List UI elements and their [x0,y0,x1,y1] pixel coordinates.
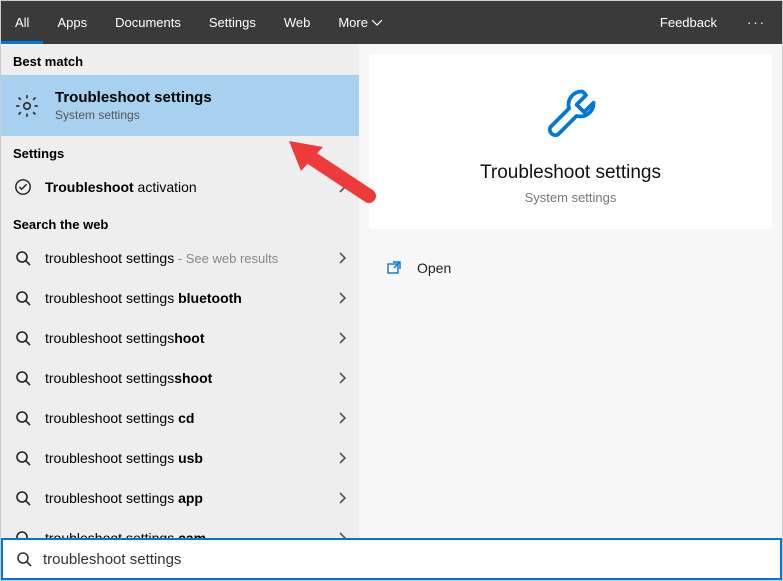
chevron-right-icon [339,252,347,264]
chevron-right-icon [339,292,347,304]
web-result-item[interactable]: troubleshoot settings cd [1,398,359,438]
search-bar[interactable] [1,538,782,580]
list-item-label: Troubleshoot activation [45,179,327,195]
search-icon [13,368,33,388]
action-label: Open [417,260,451,276]
preview-title: Troubleshoot settings [389,162,752,184]
tab-settings[interactable]: Settings [195,1,270,44]
wrench-icon [541,84,601,144]
settings-icon [13,92,41,120]
search-icon [13,408,33,428]
preview-panel: Troubleshoot settings System settings Op… [359,44,782,538]
list-item-label: troubleshoot settings cam [45,530,327,538]
chevron-right-icon [339,452,347,464]
search-icon [13,551,35,567]
tab-all[interactable]: All [1,1,43,44]
web-result-item[interactable]: troubleshoot settings - See web results [1,238,359,278]
web-result-item[interactable]: troubleshoot settingshoot [1,318,359,358]
chevron-right-icon [339,372,347,384]
search-input[interactable] [35,551,770,568]
preview-subtitle: System settings [389,190,752,205]
results-panel: Best match Troubleshoot settings System … [1,44,359,538]
list-item-label: troubleshoot settings usb [45,450,327,466]
tab-documents[interactable]: Documents [101,1,195,44]
tab-label: Documents [115,15,181,30]
web-result-item[interactable]: troubleshoot settings cam [1,518,359,538]
chevron-right-icon [339,181,347,193]
list-item-label: troubleshoot settingsshoot [45,370,327,386]
overflow-menu-button[interactable]: ··· [731,1,782,44]
tab-label: All [15,15,29,30]
spacer [396,1,646,44]
best-match-title: Troubleshoot settings [55,89,212,106]
body-area: Best match Troubleshoot settings System … [1,44,782,538]
tab-label: Settings [209,15,256,30]
best-match-result[interactable]: Troubleshoot settings System settings [1,75,359,136]
preview-card: Troubleshoot settings System settings [369,54,772,229]
chevron-down-icon [372,20,382,26]
list-item-label: troubleshoot settings app [45,490,327,506]
list-item-label: troubleshoot settingshoot [45,330,327,346]
web-result-item[interactable]: troubleshoot settings bluetooth [1,278,359,318]
search-icon [13,448,33,468]
list-item-label: troubleshoot settings - See web results [45,250,327,266]
open-action[interactable]: Open [385,253,772,283]
chevron-right-icon [339,412,347,424]
web-result-item[interactable]: troubleshoot settings app [1,478,359,518]
search-icon [13,288,33,308]
chevron-right-icon [339,492,347,504]
search-icon [13,328,33,348]
preview-actions: Open [385,253,772,283]
web-results-list: troubleshoot settings - See web results t… [1,238,359,538]
tab-more[interactable]: More [324,1,396,44]
list-item-label: troubleshoot settings bluetooth [45,290,327,306]
tab-apps[interactable]: Apps [43,1,101,44]
tab-label: More [338,15,368,30]
tab-label: Web [284,15,311,30]
tab-web[interactable]: Web [270,1,325,44]
ellipsis-icon: ··· [747,15,766,30]
settings-result-item[interactable]: Troubleshoot activation [1,167,359,207]
web-result-item[interactable]: troubleshoot settings usb [1,438,359,478]
search-icon [13,248,33,268]
best-match-subtitle: System settings [55,108,212,122]
web-result-item[interactable]: troubleshoot settingsshoot [1,358,359,398]
section-header-best-match: Best match [1,44,359,75]
open-icon [385,259,403,277]
feedback-label: Feedback [660,15,717,30]
search-icon [13,488,33,508]
top-tab-bar: All Apps Documents Settings Web More Fee… [1,1,782,44]
section-header-settings: Settings [1,136,359,167]
tab-label: Apps [57,15,87,30]
chevron-right-icon [339,332,347,344]
search-icon [13,528,33,538]
checkmark-circle-icon [13,177,33,197]
best-match-text: Troubleshoot settings System settings [55,89,212,122]
section-header-search-web: Search the web [1,207,359,238]
list-item-label: troubleshoot settings cd [45,410,327,426]
feedback-link[interactable]: Feedback [646,1,731,44]
